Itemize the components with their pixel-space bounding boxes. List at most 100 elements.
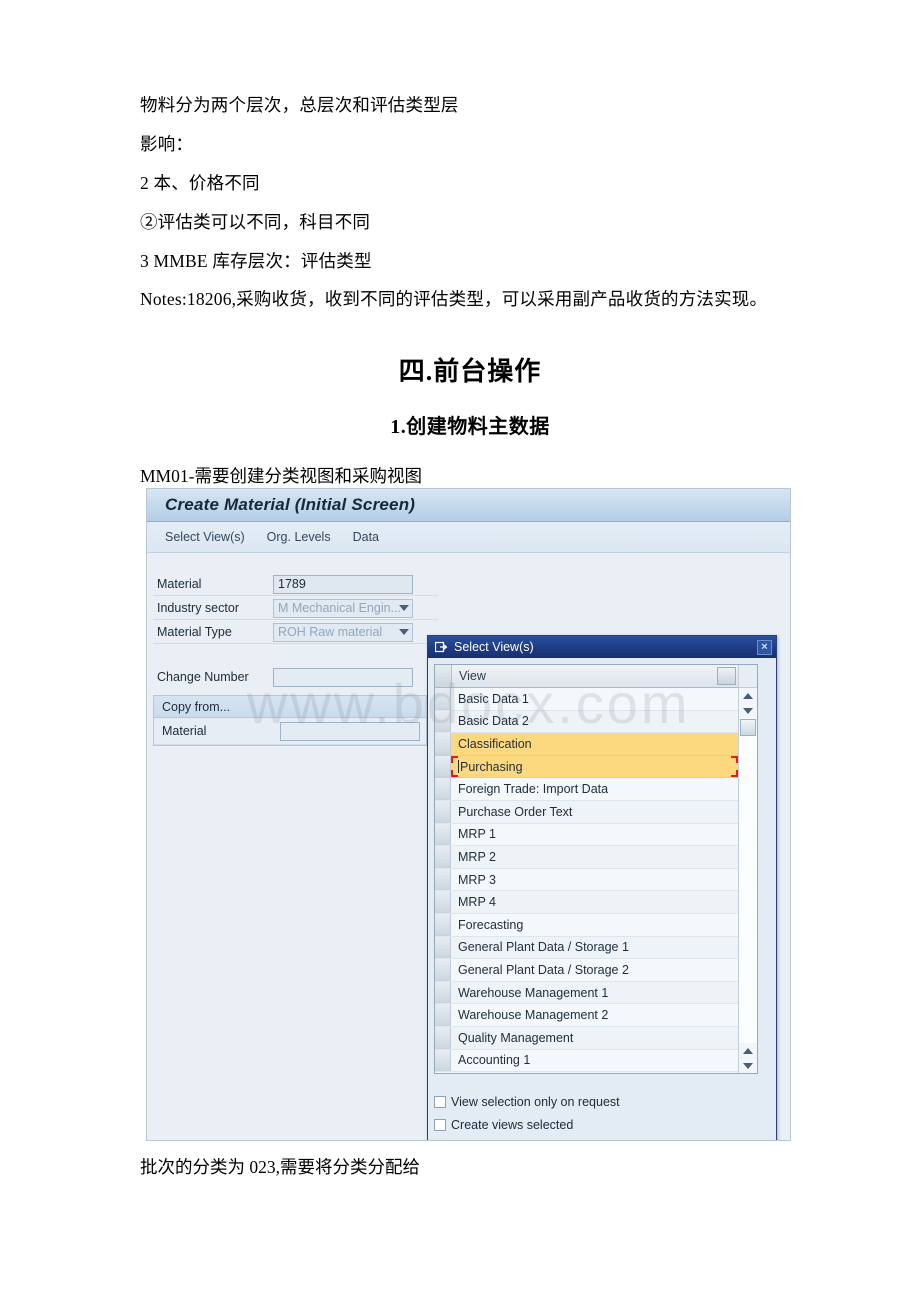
material-input[interactable]: 1789 [273,574,413,594]
row-checkbox[interactable] [435,1004,451,1026]
list-item-label: Foreign Trade: Import Data [458,782,609,797]
industry-sector-select[interactable]: M Mechanical Engin... [273,598,413,618]
select-all-cell-button[interactable] [717,667,736,685]
list-item-label: Warehouse Management 2 [458,1008,609,1023]
list-item[interactable]: Quality Management [435,1026,738,1050]
row-checkbox[interactable] [435,733,451,755]
checkbox-view-selection-only[interactable]: View selection only on request [434,1090,764,1113]
row-checkbox[interactable] [435,778,451,800]
copy-from-material-label: Material [162,724,207,738]
list-item[interactable]: General Plant Data / Storage 2 [435,959,738,982]
row-checkbox[interactable] [435,800,451,823]
row-checkbox[interactable] [435,891,451,913]
sub-heading: 1.创建物料主数据 [390,416,550,439]
menu-item-select-views[interactable]: Select View(s) [165,530,245,544]
checkbox-create-views-selected[interactable]: Create views selected [434,1113,764,1136]
list-item-label: Purchase Order Text [458,804,573,819]
checkbox-icon[interactable] [434,1095,446,1108]
change-number-input[interactable] [273,667,413,687]
list-item[interactable]: Forecasting [435,913,738,937]
row-checkbox[interactable] [435,823,451,846]
list-item-label: Warehouse Management 1 [458,985,609,1000]
views-list-header: View [435,665,738,688]
scroll-down-button[interactable] [739,703,757,718]
views-row-container: Basic Data 1 Basic Data 2 Classification Pu… [435,688,738,1073]
list-item[interactable]: Basic Data 2 [435,710,738,734]
row-checkbox[interactable] [435,710,451,733]
field-row-change-number: Change Number [153,666,438,688]
list-item[interactable]: Classification [435,733,738,756]
list-item-label: MRP 4 [458,895,496,910]
list-item[interactable]: MRP 1 [435,823,738,847]
list-item[interactable]: General Plant Data / Storage 1 [435,936,738,960]
list-item-label: Purchasing [451,755,738,778]
material-type-select[interactable]: ROH Raw material [273,622,413,642]
field-row-material: Material 1789 [153,573,438,596]
checkbox-icon[interactable] [434,1118,446,1131]
scrollbar-thumb[interactable] [740,719,756,736]
row-checkbox[interactable] [435,755,451,778]
list-item-label: MRP 2 [458,849,496,864]
row-checkbox[interactable] [435,981,451,1004]
sap-screenshot: Create Material (Initial Screen) Select … [146,488,791,1141]
chevron-up-icon [743,692,753,699]
industry-sector-value: M Mechanical Engin... [278,601,401,615]
row-checkbox[interactable] [435,1049,451,1072]
dialog-title-bar: Select View(s) × [428,636,776,658]
copy-from-material-input[interactable] [280,721,420,741]
list-item-text: Purchasing [460,759,523,774]
list-item[interactable]: MRP 2 [435,846,738,869]
figure-caption: MM01-需要创建分类视图和采购视图 [140,466,422,487]
list-item[interactable]: Purchase Order Text [435,800,738,824]
copy-from-material-row: Material [154,718,426,745]
list-item[interactable]: Purchasing [435,755,738,779]
chevron-up-icon [743,1047,753,1054]
list-item-label: Accounting 1 [458,1053,531,1068]
copy-from-title: Copy from... [154,696,426,718]
views-listbox: View Basic Data 1 Basic Data 2 Classificat… [434,664,758,1074]
list-item[interactable]: Warehouse Management 2 [435,1004,738,1027]
material-type-value: ROH Raw material [278,625,383,639]
checkbox-label: View selection only on request [451,1094,620,1109]
sap-menu-bar: Select View(s) Org. Levels Data [147,522,790,553]
scrollbar-track[interactable] [739,736,757,1043]
views-vertical-scrollbar[interactable] [738,665,757,1073]
dialog-title: Select View(s) [454,640,534,654]
row-checkbox[interactable] [435,846,451,868]
list-item-label: Quality Management [458,1030,574,1045]
list-item-label: General Plant Data / Storage 1 [458,940,629,955]
select-views-dialog: Select View(s) × View Basic Data 1 Basic … [427,635,777,1140]
menu-item-data[interactable]: Data [353,530,379,544]
list-item-label: MRP 1 [458,827,496,842]
list-item[interactable]: MRP 4 [435,891,738,914]
document-body: 物料分为两个层次，总层次和评估类型层 影响： 2 本、价格不同 ②评估类可以不同… [140,95,800,488]
close-icon[interactable]: × [757,639,772,655]
chevron-down-icon [399,629,409,635]
row-checkbox[interactable] [435,936,451,959]
row-checkbox[interactable] [435,868,451,891]
sap-title-bar: Create Material (Initial Screen) [147,489,790,522]
scroll-up-button[interactable] [739,688,757,703]
list-item[interactable]: Accounting 1 [435,1049,738,1073]
row-checkbox[interactable] [435,688,451,710]
industry-sector-label: Industry sector [157,601,239,615]
list-item[interactable]: Warehouse Management 1 [435,981,738,1005]
row-checkbox[interactable] [435,1026,451,1049]
form-spacer [153,645,438,666]
focus-marker [731,755,738,763]
row-checkbox[interactable] [435,959,451,981]
list-item[interactable]: MRP 3 [435,868,738,892]
menu-item-org-levels[interactable]: Org. Levels [267,530,331,544]
field-row-industry-sector: Industry sector M Mechanical Engin... [153,597,438,620]
list-item-label: Forecasting [458,917,524,932]
row-checkbox[interactable] [435,913,451,936]
scroll-page-down-button[interactable] [739,1058,757,1073]
paragraph: Notes:18206,采购收货，收到不同的评估类型，可以采用副产品收货的方法实… [140,289,768,310]
scroll-page-up-button[interactable] [739,1043,757,1058]
window-restore-icon [435,641,448,653]
material-label: Material [157,577,202,591]
focus-marker [731,770,738,778]
list-item[interactable]: Foreign Trade: Import Data [435,778,738,801]
paragraph: 影响： [140,133,194,154]
list-item[interactable]: Basic Data 1 [435,688,738,711]
